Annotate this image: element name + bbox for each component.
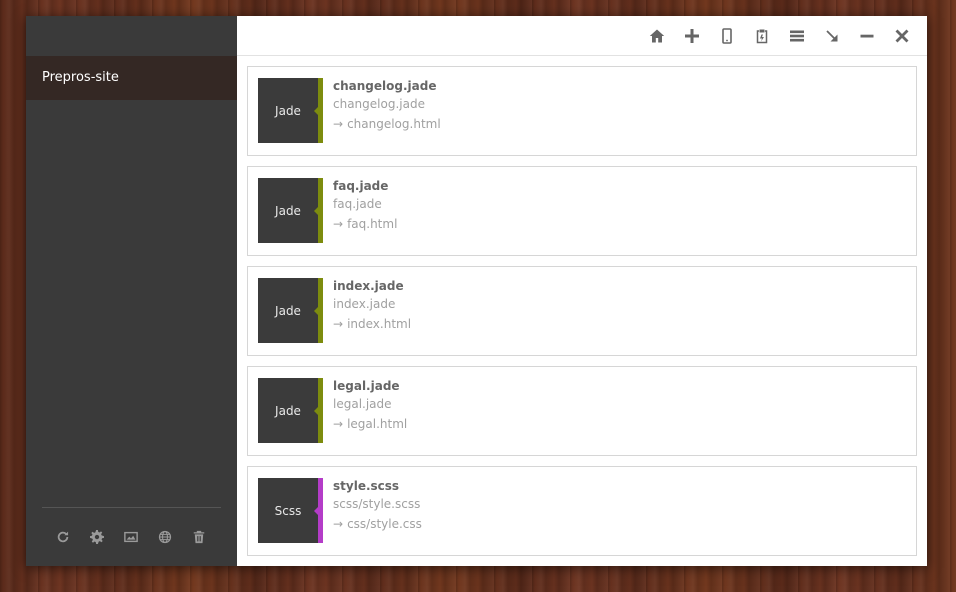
file-name: style.scss — [333, 479, 400, 493]
file-output-path: css/style.css — [347, 517, 422, 531]
file-path: index.jade — [333, 297, 396, 311]
trash-icon[interactable] — [182, 526, 216, 548]
file-type-badge: Jade — [258, 178, 318, 243]
sidebar: Prepros-site — [26, 16, 237, 566]
file-type-badge: Jade — [258, 278, 318, 343]
file-type-badge: Scss — [258, 478, 318, 543]
file-output-path: changelog.html — [347, 117, 441, 131]
file-output: → changelog.html — [333, 114, 441, 134]
file-type-badge: Jade — [258, 378, 318, 443]
file-info: faq.jade faq.jade → faq.html — [333, 178, 397, 234]
gear-icon[interactable] — [80, 526, 114, 548]
file-output: → faq.html — [333, 214, 397, 234]
home-icon[interactable] — [639, 16, 674, 56]
file-info: style.scss scss/style.scss → css/style.cs… — [333, 478, 422, 534]
file-name: index.jade — [333, 279, 404, 293]
file-output: → index.html — [333, 314, 411, 334]
image-icon[interactable] — [114, 526, 148, 548]
file-type-badge: Jade — [258, 78, 318, 143]
file-item-changelog[interactable]: Jade changelog.jade changelog.jade → chan… — [247, 66, 917, 156]
globe-icon[interactable] — [148, 526, 182, 548]
file-path: legal.jade — [333, 397, 392, 411]
file-info: legal.jade legal.jade → legal.html — [333, 378, 407, 434]
file-output-path: index.html — [347, 317, 412, 331]
sidebar-item-project[interactable]: Prepros-site — [26, 56, 237, 100]
output-arrow-icon: → — [333, 517, 344, 531]
arrow-down-right-icon[interactable] — [814, 16, 849, 56]
sidebar-header — [26, 16, 237, 56]
close-icon[interactable] — [884, 16, 919, 56]
file-path: changelog.jade — [333, 97, 425, 111]
output-arrow-icon: → — [333, 317, 344, 331]
menu-icon[interactable] — [779, 16, 814, 56]
file-type-notch — [314, 206, 319, 216]
file-name: faq.jade — [333, 179, 389, 193]
toolbar — [237, 16, 927, 56]
refresh-icon[interactable] — [46, 526, 80, 548]
file-output: → legal.html — [333, 414, 407, 434]
app-window: Prepros-site Jade changelog.jade changel… — [26, 16, 927, 566]
file-output: → css/style.css — [333, 514, 422, 534]
file-item-faq[interactable]: Jade faq.jade faq.jade → faq.html — [247, 166, 917, 256]
output-arrow-icon: → — [333, 417, 344, 431]
file-info: index.jade index.jade → index.html — [333, 278, 411, 334]
file-item-legal[interactable]: Jade legal.jade legal.jade → legal.html — [247, 366, 917, 456]
file-name: legal.jade — [333, 379, 400, 393]
file-type-notch — [314, 306, 319, 316]
output-arrow-icon: → — [333, 117, 344, 131]
output-arrow-icon: → — [333, 217, 344, 231]
file-list: Jade changelog.jade changelog.jade → chan… — [237, 56, 927, 556]
minimize-icon[interactable] — [849, 16, 884, 56]
file-output-path: faq.html — [347, 217, 398, 231]
file-item-style[interactable]: Scss style.scss scss/style.scss → css/sty… — [247, 466, 917, 556]
file-type-notch — [314, 506, 319, 516]
main-panel: Jade changelog.jade changelog.jade → chan… — [237, 16, 927, 566]
file-name: changelog.jade — [333, 79, 437, 93]
file-path: faq.jade — [333, 197, 382, 211]
file-type-notch — [314, 106, 319, 116]
file-item-index[interactable]: Jade index.jade index.jade → index.html — [247, 266, 917, 356]
plus-icon[interactable] — [674, 16, 709, 56]
file-output-path: legal.html — [347, 417, 408, 431]
file-type-notch — [314, 406, 319, 416]
clipboard-icon[interactable] — [744, 16, 779, 56]
file-path: scss/style.scss — [333, 497, 421, 511]
file-info: changelog.jade changelog.jade → changelog… — [333, 78, 441, 134]
mobile-icon[interactable] — [709, 16, 744, 56]
sidebar-footer — [42, 507, 221, 566]
